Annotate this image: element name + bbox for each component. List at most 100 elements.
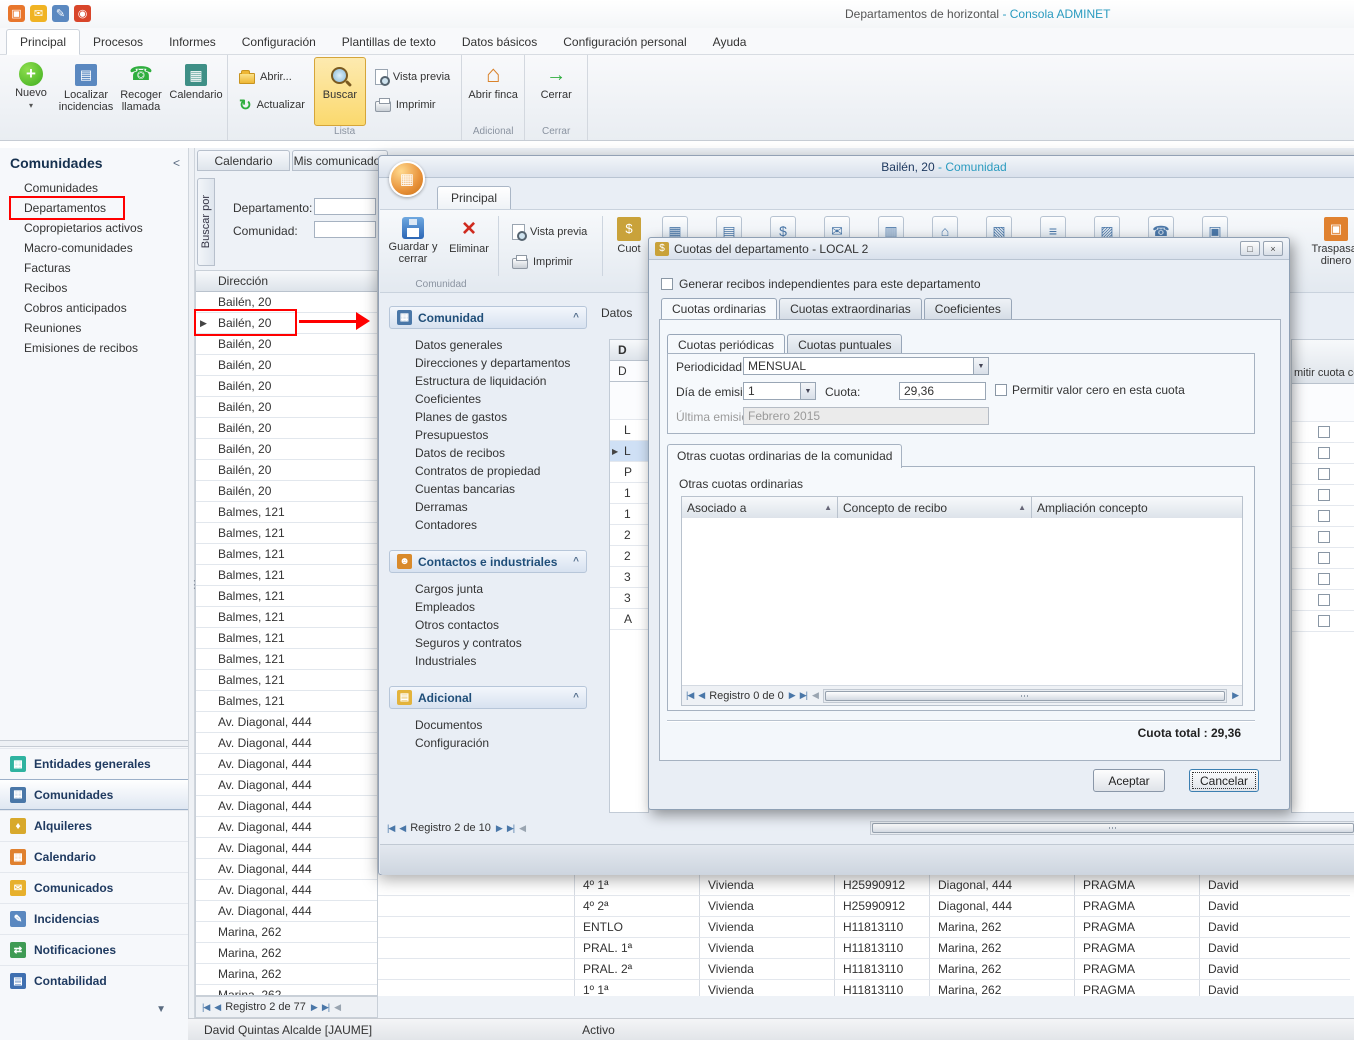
checkbox[interactable] (1318, 510, 1330, 522)
list-row[interactable]: ▶ Av. Diagonal, 444 (196, 775, 377, 796)
nav-item[interactable]: Documentos (389, 716, 587, 734)
minigrid-row[interactable]: ▶ 2 (610, 546, 648, 567)
list-row[interactable]: ▶ Marina, 262 (196, 922, 377, 943)
list-row[interactable]: ▶ Marina, 262 (196, 985, 377, 996)
list-row[interactable]: ▶ Balmes, 121 (196, 565, 377, 586)
scroll-left-button[interactable]: ◀ (812, 690, 818, 701)
column-header-asociado[interactable]: Asociado a ▲ (682, 497, 838, 518)
chevron-down-icon[interactable]: ▾ (29, 100, 33, 112)
abrir-button[interactable]: Abrir... (233, 67, 311, 87)
checkbox[interactable] (1318, 426, 1330, 438)
nav-item[interactable]: Presupuestos (389, 426, 587, 444)
sidebar-item[interactable]: Emisiones de recibos (0, 338, 188, 358)
checkbox[interactable] (661, 278, 673, 290)
comunidad-input[interactable] (314, 221, 376, 238)
cancelar-button[interactable]: Cancelar (1189, 769, 1259, 792)
buscar-button[interactable]: Buscar (314, 57, 366, 126)
sidebar-splitter[interactable] (0, 740, 188, 747)
departamento-input[interactable] (314, 198, 376, 215)
list-row[interactable]: ▶ Balmes, 121 (196, 502, 377, 523)
checkbox[interactable] (1318, 573, 1330, 585)
list-row[interactable]: ▶ Marina, 262 (196, 964, 377, 985)
dialog-imprimir-button[interactable]: Imprimir (506, 252, 579, 272)
buscar-por-tab[interactable]: Buscar por (197, 178, 215, 266)
sidebar-nav-comunicados[interactable]: ✉ Comunicados (0, 872, 188, 903)
next-record-button[interactable]: ▶ (496, 823, 502, 834)
scroll-left-button[interactable]: ◀ (334, 1002, 340, 1013)
nav-item[interactable]: Contratos de propiedad (389, 462, 587, 480)
first-record-button[interactable]: |◀ (387, 823, 394, 834)
menu-tab[interactable]: Configuración personal (550, 30, 699, 54)
minigrid-row[interactable]: ▶ 3 (610, 588, 648, 609)
column-header-concepto[interactable]: Concepto de recibo ▲ (838, 497, 1032, 518)
checkbox[interactable] (1318, 552, 1330, 564)
menu-tab[interactable]: Configuración (229, 30, 329, 54)
column-header-clipped[interactable]: mitir cuota cer (1292, 340, 1354, 384)
minigrid-row[interactable]: ▶ P (610, 462, 648, 483)
list-row[interactable]: ▶ Av. Diagonal, 444 (196, 880, 377, 901)
list-row[interactable]: ▶ Balmes, 121 (196, 544, 377, 565)
nav-group-comunidad[interactable]: ▦ Comunidad ^ (389, 306, 587, 329)
nav-item[interactable]: Contadores (389, 516, 587, 534)
close-button[interactable]: × (1263, 241, 1283, 256)
sidebar-item[interactable]: Copropietarios activos (0, 218, 188, 238)
minigrid-row[interactable]: ▶ 1 (610, 483, 648, 504)
last-record-button[interactable]: ▶| (322, 1002, 329, 1013)
next-record-button[interactable]: ▶ (311, 1002, 317, 1013)
next-record-button[interactable]: ▶ (789, 690, 795, 701)
chevron-down-icon[interactable]: ▼ (800, 383, 815, 399)
vista-previa-button[interactable]: Vista previa (369, 67, 456, 87)
document-tab-calendario[interactable]: Calendario (197, 150, 290, 171)
list-row[interactable]: ▶ Balmes, 121 (196, 649, 377, 670)
horizontal-scrollbar[interactable] (870, 821, 1354, 835)
generar-recibos-option[interactable]: Generar recibos independientes para este… (661, 277, 981, 291)
nav-group-adicional[interactable]: ▤ Adicional ^ (389, 686, 587, 709)
sidebar-nav-notificaciones[interactable]: ⇄ Notificaciones (0, 934, 188, 965)
sidebar-nav-entidades-generales[interactable]: ▦ Entidades generales (0, 748, 188, 779)
grid-row[interactable]: ENTLO Vivienda H11813110 Marina, 262 PRA… (378, 917, 1354, 938)
checkbox[interactable] (1318, 447, 1330, 459)
app-icon[interactable]: ▣ (8, 5, 25, 22)
horizontal-scrollbar[interactable] (823, 689, 1227, 703)
traspasar-dinero-button[interactable]: ▣ Traspasar dinero (1300, 214, 1354, 278)
sidebar-item[interactable]: Reuniones (0, 318, 188, 338)
tab[interactable]: Coeficientes (924, 298, 1012, 319)
list-row[interactable]: ▶ Av. Diagonal, 444 (196, 838, 377, 859)
list-row[interactable]: ▶ Bailén, 20 (196, 481, 377, 502)
otras-cuotas-group-tab[interactable]: Otras cuotas ordinarias de la comunidad (667, 444, 902, 468)
sidebar-nav-calendario[interactable]: ▦ Calendario (0, 841, 188, 872)
last-record-button[interactable]: ▶| (800, 690, 807, 701)
grid-row[interactable]: 1º 1ª Vivienda H11813110 Marina, 262 PRA… (378, 980, 1354, 996)
sidebar-nav-alquileres[interactable]: ♦ Alquileres (0, 810, 188, 841)
nav-item[interactable]: Seguros y contratos (389, 634, 587, 652)
menu-tab[interactable]: Datos básicos (449, 30, 550, 54)
minigrid-row[interactable]: ▶ L (610, 441, 648, 462)
sidebar-item[interactable]: Comunidades (0, 178, 188, 198)
list-row[interactable]: ▶ Bailén, 20 (196, 355, 377, 376)
list-row[interactable]: ▶ Bailén, 20 (196, 439, 377, 460)
sidebar-item[interactable]: Cobros anticipados (0, 298, 188, 318)
aceptar-button[interactable]: Aceptar (1093, 769, 1165, 792)
localizar-incidencias-button[interactable]: ▤ Localizar incidencias (60, 57, 112, 126)
nav-item[interactable]: Cargos junta (389, 580, 587, 598)
nav-item[interactable]: Derramas (389, 498, 587, 516)
dialog-tab-principal[interactable]: Principal (437, 186, 511, 210)
dialog-vista-previa-button[interactable]: Vista previa (506, 222, 593, 242)
nav-item[interactable]: Empleados (389, 598, 587, 616)
tab[interactable]: Cuotas ordinarias (661, 298, 777, 320)
dia-emision-select[interactable]: 1 ▼ (743, 382, 816, 400)
list-row[interactable]: ▶ Av. Diagonal, 444 (196, 754, 377, 775)
list-row[interactable]: ▶ Bailén, 20 (196, 376, 377, 397)
nav-item[interactable]: Industriales (389, 652, 587, 670)
minigrid-header[interactable]: D (610, 340, 648, 361)
sidebar-nav-comunidades[interactable]: ▦ Comunidades (0, 779, 188, 810)
list-row[interactable]: ▶ Balmes, 121 (196, 670, 377, 691)
scrollbar-thumb[interactable] (825, 691, 1225, 701)
actualizar-button[interactable]: ↻ Actualizar (233, 95, 311, 115)
minigrid-row[interactable]: ▶ 2 (610, 525, 648, 546)
list-row[interactable]: ▶ Bailén, 20 (196, 397, 377, 418)
document-tab-mis-comunicados[interactable]: Mis comunicados (292, 150, 388, 171)
checkbox[interactable] (1318, 531, 1330, 543)
mail-icon[interactable]: ✉ (30, 5, 47, 22)
sidebar-item[interactable]: Facturas (0, 258, 188, 278)
